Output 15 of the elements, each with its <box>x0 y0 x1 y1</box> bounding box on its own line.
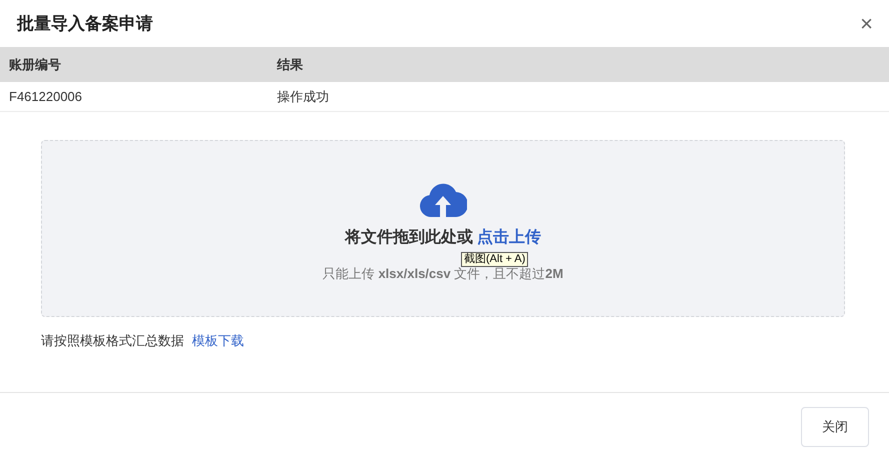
close-dialog-button[interactable]: 关闭 <box>801 406 869 446</box>
cloud-upload-icon <box>419 181 467 217</box>
table-cell-text: 操作成功 <box>276 88 330 106</box>
drop-text: 将文件拖到此处或 <box>345 229 473 246</box>
column-header: 结果 <box>276 56 304 74</box>
upload-link[interactable]: 点击上传 <box>477 229 541 246</box>
upload-hint: 只能上传 xlsx/xls/csv 文件，且不超过2M <box>322 265 564 283</box>
template-note: 请按照模板格式汇总数据 <box>41 333 184 348</box>
table-cell-text: F461220006 <box>8 89 84 104</box>
tooltip: 截图(Alt + A) <box>461 252 528 267</box>
dialog-title: 批量导入备案申请 <box>17 13 153 35</box>
upload-area[interactable]: 将文件拖到此处或 点击上传 只能上传 xlsx/xls/csv 文件，且不超过2M 截图(Alt + A) <box>41 140 845 317</box>
column-header: 账册编号 <box>8 56 62 74</box>
template-download-link[interactable]: 模板下载 <box>192 333 244 348</box>
close-button[interactable]: × <box>858 12 875 34</box>
